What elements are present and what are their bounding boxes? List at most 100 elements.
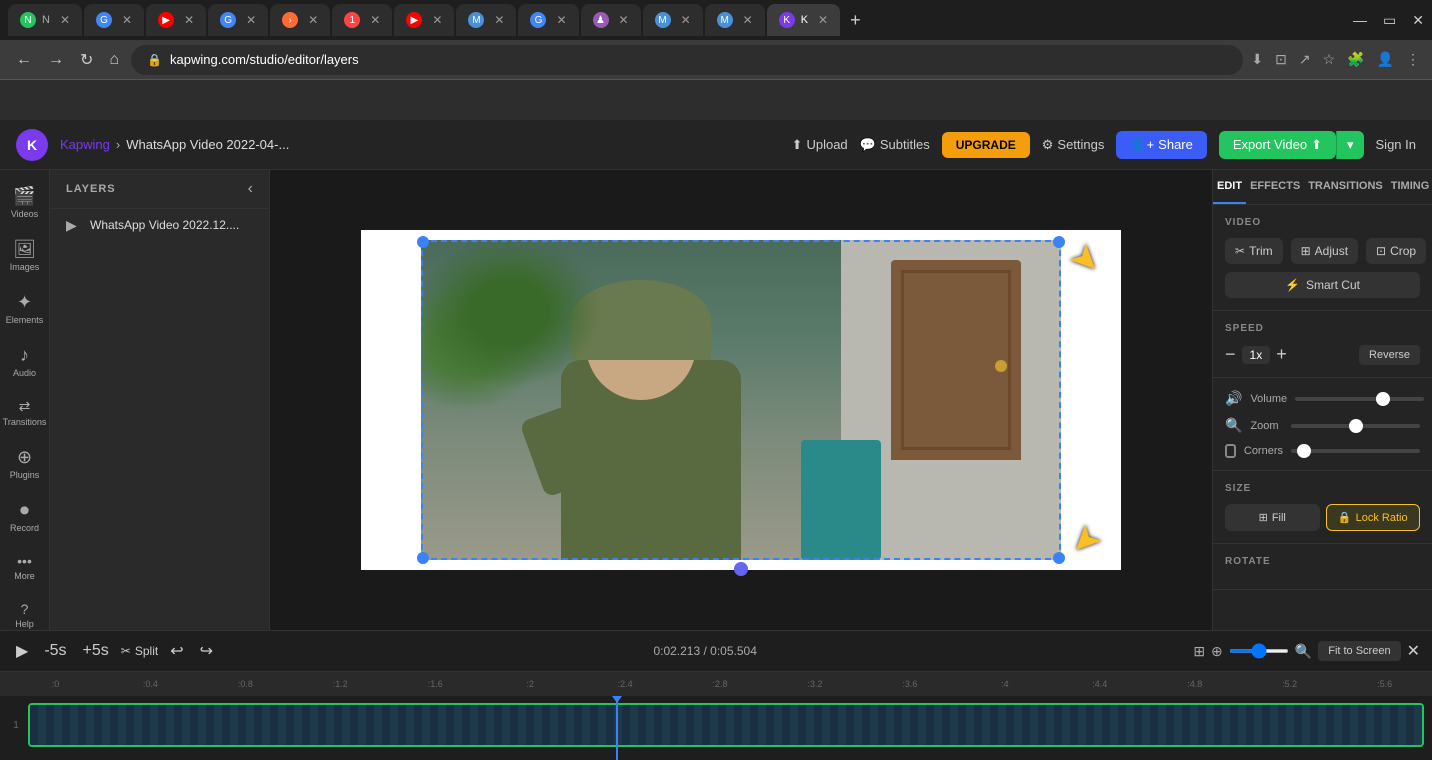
back-button[interactable]: ← [12, 47, 36, 73]
play-button[interactable]: ▶ [12, 637, 32, 665]
tab-close-5[interactable]: ✕ [308, 13, 318, 27]
close-window-icon[interactable]: ✕ [1412, 12, 1424, 29]
tab-6[interactable]: 1 ✕ [332, 4, 392, 36]
tab-close-6[interactable]: ✕ [370, 13, 380, 27]
share-icon[interactable]: ↗ [1299, 51, 1311, 68]
zoom-slider[interactable] [1291, 424, 1420, 428]
crop-button[interactable]: ⊡ Crop [1366, 238, 1426, 264]
trim-button[interactable]: ✂ Trim [1225, 238, 1283, 264]
handle-bottom-left[interactable] [417, 552, 429, 564]
upgrade-button[interactable]: UPGRADE [942, 132, 1030, 158]
lock-ratio-button[interactable]: 🔒 Lock Ratio [1326, 504, 1421, 531]
handle-top-right[interactable] [1053, 236, 1065, 248]
url-bar[interactable]: 🔒 kapwing.com/studio/editor/layers [131, 45, 1243, 75]
minus5-button[interactable]: -5s [40, 638, 70, 664]
zoom-out-icon[interactable]: ⊞ [1193, 643, 1205, 660]
sidebar-item-elements[interactable]: ✦ Elements [2, 284, 48, 333]
tab-close-7[interactable]: ✕ [432, 13, 442, 27]
handle-bottom-center[interactable] [734, 562, 748, 576]
tab-10[interactable]: ♟ ✕ [581, 4, 641, 36]
record-icon: ⏺ [20, 500, 29, 521]
signin-button[interactable]: Sign In [1376, 137, 1416, 152]
corners-slider[interactable] [1291, 449, 1420, 453]
new-tab-button[interactable]: + [842, 10, 869, 31]
tab-close-11[interactable]: ✕ [681, 13, 691, 27]
export-dropdown-button[interactable]: ▾ [1336, 131, 1364, 159]
tab-close-3[interactable]: ✕ [184, 13, 194, 27]
fit-to-screen-button[interactable]: Fit to Screen [1318, 641, 1400, 661]
sidebar-item-plugins[interactable]: ⊕ Plugins [2, 439, 48, 488]
tab-7[interactable]: ▶ ✕ [394, 4, 454, 36]
tab-4[interactable]: G ✕ [208, 4, 268, 36]
fill-button[interactable]: ⊞ Fill [1225, 504, 1320, 531]
sidebar-item-transitions[interactable]: ⇄ Transitions [2, 390, 48, 435]
sidebar-item-videos[interactable]: 🎬 Videos [2, 178, 48, 227]
tab-kapwing[interactable]: K K ✕ [767, 4, 840, 36]
sliders-section: 🔊 Volume 🔍 Zoom Corners [1213, 378, 1432, 471]
sidebar-item-record[interactable]: ⏺ Record [2, 492, 48, 541]
timeline-zoom-slider[interactable] [1229, 649, 1289, 653]
menu-icon[interactable]: ⋮ [1406, 51, 1420, 68]
reverse-button[interactable]: Reverse [1359, 345, 1420, 365]
tab-edit[interactable]: EDIT [1213, 170, 1246, 204]
star-icon[interactable]: ☆ [1323, 51, 1336, 68]
sidebar-item-more[interactable]: ••• More [2, 545, 48, 589]
minimize-icon[interactable]: — [1353, 12, 1367, 29]
tab-8[interactable]: M ✕ [456, 4, 516, 36]
tab-favicon-5: › [282, 12, 298, 28]
smart-cut-button[interactable]: ⚡ Smart Cut [1225, 272, 1420, 298]
tab-transitions[interactable]: TRANSITIONS [1304, 170, 1387, 204]
tab-9[interactable]: G ✕ [518, 4, 578, 36]
tab-close-10[interactable]: ✕ [619, 13, 629, 27]
cast-icon[interactable]: ⊡ [1275, 51, 1287, 68]
zoom-in-icon[interactable]: ⊕ [1211, 643, 1223, 660]
sidebar-item-audio[interactable]: ♪ Audio [2, 337, 48, 386]
download-icon[interactable]: ⬇ [1251, 51, 1263, 68]
tab-1[interactable]: N N ✕ [8, 4, 82, 36]
settings-button[interactable]: ⚙ Settings [1042, 137, 1105, 153]
tab-effects[interactable]: EFFECTS [1246, 170, 1304, 204]
home-button[interactable]: ⌂ [105, 47, 123, 73]
maximize-icon[interactable]: ▭ [1383, 12, 1396, 29]
tab-close-4[interactable]: ✕ [246, 13, 256, 27]
layers-collapse-button[interactable]: ‹ [248, 180, 253, 198]
tab-11[interactable]: M ✕ [643, 4, 703, 36]
tab-5[interactable]: › ✕ [270, 4, 330, 36]
size-buttons-row: ⊞ Fill 🔒 Lock Ratio [1225, 504, 1420, 531]
adjust-button[interactable]: ⊞ Adjust [1291, 238, 1358, 264]
sidebar-item-help[interactable]: ? Help [2, 593, 48, 630]
tab-3[interactable]: ▶ ✕ [146, 4, 206, 36]
tab-timing[interactable]: TIMING [1387, 170, 1432, 204]
sidebar-item-images[interactable]: 🖼 Images [2, 231, 48, 280]
speed-increase-button[interactable]: + [1276, 344, 1287, 365]
corners-row: Corners [1225, 444, 1420, 458]
subtitles-button[interactable]: 💬 Subtitles [860, 137, 930, 153]
share-button[interactable]: 👤+ Share [1116, 131, 1206, 159]
timeline-close-button[interactable]: ✕ [1407, 641, 1420, 661]
export-button[interactable]: Export Video ⬆ [1219, 131, 1336, 159]
smart-cut-icon: ⚡ [1285, 278, 1300, 292]
tab-close-2[interactable]: ✕ [122, 13, 132, 27]
tab-close-1[interactable]: ✕ [60, 13, 70, 27]
volume-slider[interactable] [1295, 397, 1424, 401]
tab-12[interactable]: M ✕ [705, 4, 765, 36]
split-button[interactable]: ✂ Split [121, 644, 158, 658]
track-clip-1[interactable] [28, 703, 1424, 747]
upload-button[interactable]: ⬆ Upload [792, 137, 848, 153]
redo-button[interactable]: ↪ [196, 637, 217, 665]
tab-2[interactable]: G ✕ [84, 4, 144, 36]
tab-close-kapwing[interactable]: ✕ [818, 13, 828, 27]
forward-button[interactable]: → [44, 47, 68, 73]
tab-close-12[interactable]: ✕ [743, 13, 753, 27]
reload-button[interactable]: ↻ [76, 46, 97, 74]
handle-bottom-right[interactable] [1053, 552, 1065, 564]
speed-decrease-button[interactable]: − [1225, 344, 1236, 365]
plus5-button[interactable]: +5s [79, 638, 113, 664]
lock-icon: 🔒 [147, 53, 162, 67]
tab-close-8[interactable]: ✕ [494, 13, 504, 27]
tab-close-9[interactable]: ✕ [556, 13, 566, 27]
layer-item-0[interactable]: ▶ WhatsApp Video 2022.12.... [50, 209, 269, 241]
profile-icon[interactable]: 👤 [1377, 51, 1394, 68]
extensions-icon[interactable]: 🧩 [1347, 51, 1364, 68]
undo-button[interactable]: ↩ [166, 637, 187, 665]
